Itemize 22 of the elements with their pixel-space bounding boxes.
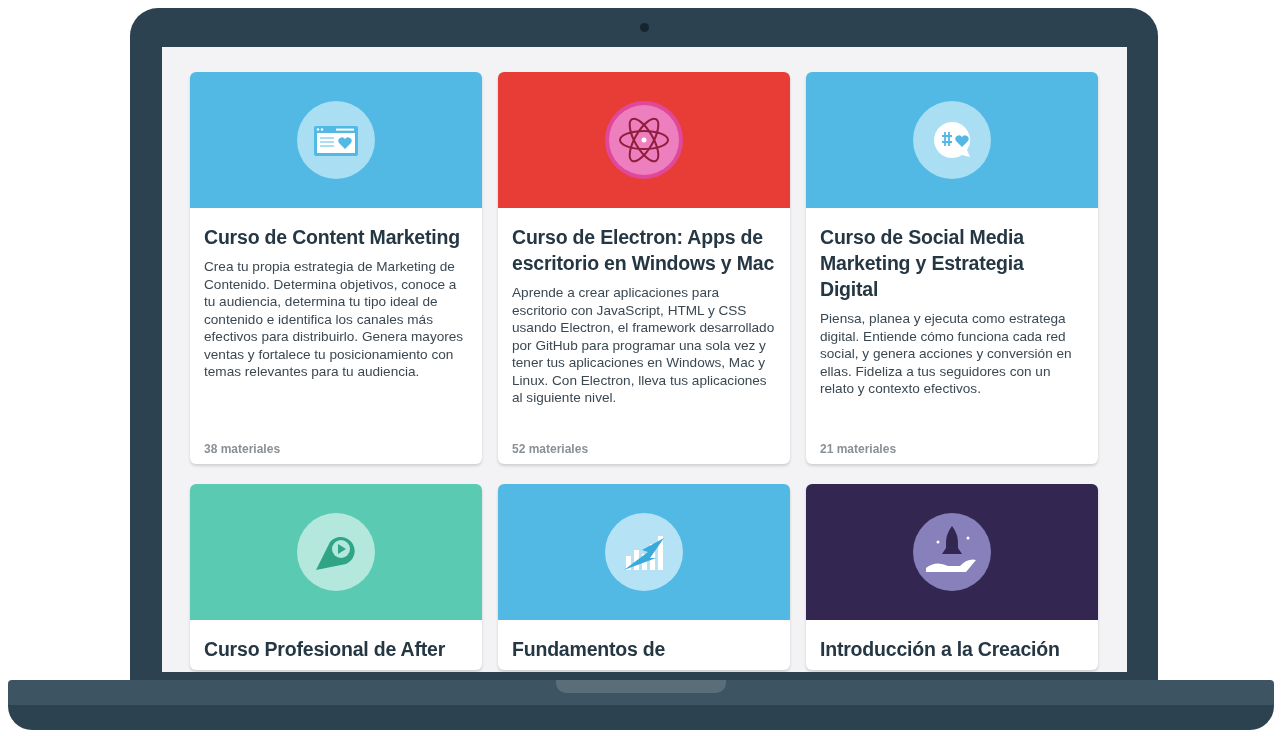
course-title: Curso de Content Marketing <box>204 225 461 250</box>
course-title: Curso de Social Media Marketing y Estrategia Digital <box>820 225 1026 302</box>
course-description: Crea tu propia estrategia de Marketing de Contenido. Determina objetivos, conoce a tu audiencia, determina tu tipo ideal de contenido e identifica los canales más efectivos para distribuirlo. Genera mayores ventas y fortalece tu posicionamiento con temas relevantes para tu audiencia. <box>204 258 465 381</box>
rocket-hand-icon <box>912 512 992 592</box>
course-title: Introducción a la Creación <box>820 637 1061 662</box>
course-card[interactable]: Introducción a la Creación <box>806 484 1098 670</box>
atom-icon <box>604 100 684 180</box>
camera-dot <box>640 23 649 32</box>
course-title: Curso Profesional de After <box>204 637 447 662</box>
materials-count: 38 materiales <box>204 442 282 456</box>
materials-count: 52 materiales <box>512 442 590 456</box>
course-title: Fundamentos de <box>512 637 667 662</box>
course-title: Curso de Electron: Apps de escritorio en Windows y Mac <box>512 225 776 276</box>
chart-bolt-icon <box>604 512 684 592</box>
course-description: Piensa, planea y ejecuta como estratega digital. Entiende cómo funciona cada red social, y genera acciones y conversión en ellas. Fideliza a tus seguidores con un relato y contexto efectivos. <box>820 310 1073 398</box>
course-description: Aprende a crear aplicaciones para escritorio con JavaScript, HTML y CSS usando Electron, el framework desarrollado por GitHub para programar una sola vez y tener tus aplicaciones en Windows, Mac y Linux. Con Electron, lleva tus aplicaciones al siguiente nivel. <box>512 284 776 407</box>
course-card[interactable] <box>190 72 482 464</box>
materials-count: 21 materiales <box>820 442 898 456</box>
course-card[interactable] <box>806 72 1098 464</box>
course-card[interactable] <box>498 72 790 464</box>
course-card[interactable]: Fundamentos de <box>498 484 790 670</box>
course-card[interactable]: Curso Profesional de After <box>190 484 482 670</box>
